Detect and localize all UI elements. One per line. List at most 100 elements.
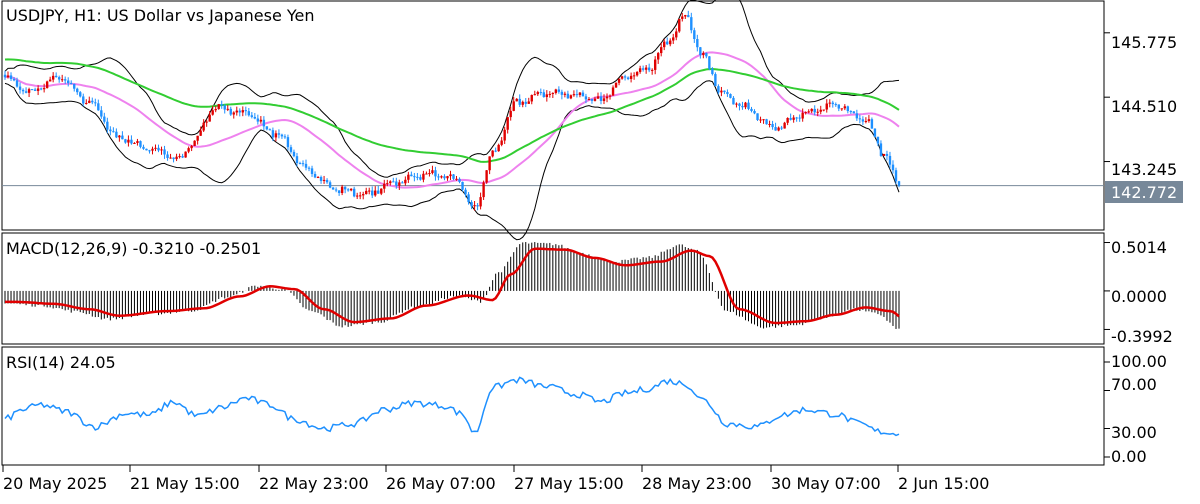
candle-body [473, 205, 476, 207]
candle-body [735, 103, 738, 105]
candle-body [894, 170, 898, 182]
candle-body [217, 104, 220, 109]
candle-body [629, 75, 633, 79]
candle-body [163, 149, 166, 155]
candle-body [76, 88, 79, 93]
candle-body [623, 76, 627, 78]
candle-body [798, 117, 801, 119]
bollinger-lower-line [4, 80, 900, 241]
candle-body [503, 129, 506, 141]
candle-body [151, 148, 154, 151]
candle-body [488, 156, 491, 171]
candle-body [446, 176, 449, 179]
main-panel-frame [1, 0, 1105, 231]
candle-body [109, 129, 112, 132]
candle-body [831, 102, 834, 105]
candle-body [365, 190, 368, 195]
candle-body [223, 105, 226, 110]
candle-body [172, 157, 175, 160]
candle-body [647, 67, 651, 71]
candle-body [160, 149, 163, 151]
candle-body [533, 94, 536, 96]
candle-body [316, 177, 320, 179]
candle-body [825, 103, 828, 110]
candle-body [870, 119, 874, 129]
candle-body [843, 106, 847, 109]
candle-body [741, 105, 744, 108]
candle-body [530, 95, 533, 102]
candle-body [383, 183, 386, 189]
candle-body [717, 86, 720, 93]
candle-body [852, 111, 856, 114]
candle-body [792, 117, 795, 120]
candle-body [238, 110, 241, 113]
candle-body [795, 117, 798, 119]
time-tick-label: 28 May 23:00 [642, 474, 752, 493]
rsi-label: RSI(14) 24.05 [6, 353, 116, 372]
candle-body [548, 93, 552, 95]
candle-body [67, 80, 70, 84]
candle-body [690, 17, 693, 31]
candle-body [650, 69, 654, 71]
candle-body [130, 139, 133, 144]
candle-body [479, 197, 482, 207]
candle-body [756, 113, 759, 121]
candle-body [822, 109, 825, 111]
candle-body [614, 82, 618, 88]
candle-body [554, 89, 558, 93]
candle-body [389, 181, 392, 184]
candle-body [644, 67, 648, 70]
candle-body [355, 195, 359, 197]
candle-body [115, 131, 118, 138]
candle-body [214, 108, 217, 111]
candle-body [127, 139, 130, 143]
candle-body [720, 90, 723, 93]
rsi-tick-label: 0.00 [1111, 447, 1147, 466]
candle-body [560, 91, 564, 95]
time-tick-label: 20 May 2025 [3, 474, 107, 493]
candle-body [602, 98, 606, 101]
candle-body [783, 122, 786, 129]
candle-body [42, 88, 46, 90]
candle-body [253, 116, 257, 119]
candle-body [413, 176, 416, 178]
candle-body [669, 40, 672, 45]
candle-body [846, 106, 850, 112]
trading-chart: USDJPY, H1: US Dollar vs Japanese Yen MA… [1, 0, 1183, 493]
candle-body [699, 47, 702, 56]
candle-body [241, 110, 244, 113]
candle-body [118, 135, 121, 138]
candle-body [882, 153, 886, 156]
candle-body [205, 121, 208, 123]
candle-body [708, 56, 711, 69]
candle-body [536, 92, 539, 95]
candle-body [855, 113, 859, 119]
candle-body [24, 91, 28, 93]
candle-body [346, 189, 350, 191]
candle-body [608, 95, 612, 97]
candle-body [759, 119, 762, 121]
moving-average-fast-line [4, 51, 900, 189]
candle-body [726, 92, 729, 95]
candle-body [440, 176, 443, 178]
candle-body [79, 92, 82, 97]
candle-body [813, 108, 816, 113]
candle-body [380, 188, 383, 194]
candle-body [542, 92, 546, 98]
candle-body [398, 182, 401, 186]
candle-body [834, 104, 837, 106]
candle-body [94, 102, 97, 104]
candle-body [816, 111, 819, 113]
candle-body [515, 98, 518, 102]
candle-body [331, 187, 335, 190]
candle-body [310, 168, 314, 174]
candle-body [298, 163, 302, 165]
candle-body [313, 173, 317, 178]
candle-body [262, 119, 266, 127]
candle-body [861, 119, 865, 122]
price-tick-label: 143.245 [1111, 160, 1177, 179]
time-tick-label: 2 Jun 15:00 [898, 474, 989, 493]
price-panel [2, 0, 1110, 241]
candle-body [879, 143, 883, 156]
candle-body [632, 75, 636, 77]
